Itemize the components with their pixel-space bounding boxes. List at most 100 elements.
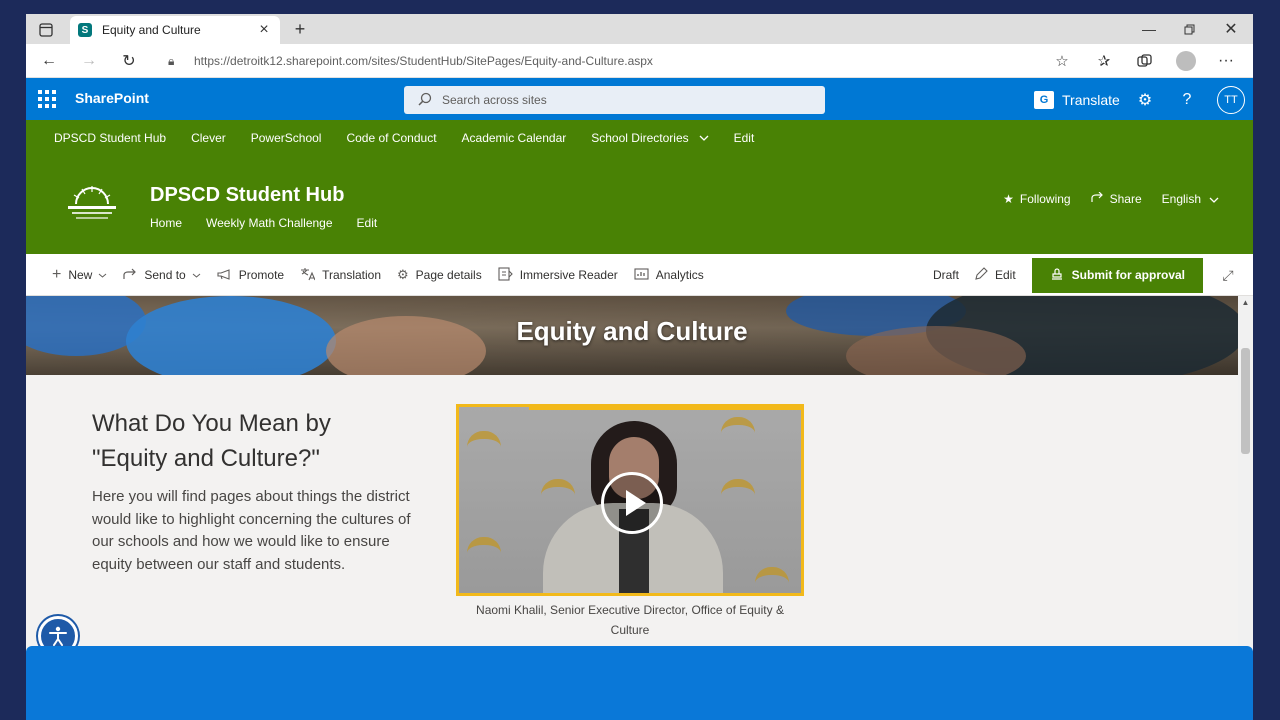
favorites-icon[interactable]: ✰ <box>1090 49 1118 73</box>
immersive-reader-label: Immersive Reader <box>519 268 618 282</box>
hub-nav-clever[interactable]: Clever <box>191 131 226 145</box>
language-selector[interactable]: English <box>1162 192 1219 206</box>
tab-actions-icon[interactable] <box>34 20 58 40</box>
translate-label: Translate <box>1062 92 1120 108</box>
share-svg <box>1091 191 1103 202</box>
following-label: Following <box>1019 192 1071 206</box>
search-placeholder: Search across sites <box>442 93 547 107</box>
analytics-svg <box>634 267 649 280</box>
new-chevron-svg <box>99 273 107 278</box>
site-nav-weekly-math-challenge[interactable]: Weekly Math Challenge <box>206 216 333 230</box>
site-navigation: Home Weekly Math Challenge Edit <box>150 216 401 230</box>
edit-label: Edit <box>994 268 1016 282</box>
plus-icon: + <box>52 266 62 283</box>
accessibility-svg <box>49 626 67 646</box>
pencil-svg <box>975 267 988 280</box>
hub-nav-student-hub[interactable]: DPSCD Student Hub <box>54 131 166 145</box>
send-to-button[interactable]: Send to <box>123 268 201 283</box>
address-bar: ← → ↻ 🔒︎ https://detroitk12.sharepoint.c… <box>26 44 1253 78</box>
site-logo-icon[interactable] <box>62 184 122 224</box>
tab-title: Equity and Culture <box>102 23 201 37</box>
vertical-scrollbar[interactable]: ▲ <box>1238 296 1253 660</box>
analytics-button[interactable]: Analytics <box>634 267 704 283</box>
app-launcher-icon[interactable] <box>36 88 56 108</box>
send-svg <box>123 268 137 279</box>
translation-label: Translation <box>322 268 382 282</box>
send-to-label: Send to <box>144 268 186 282</box>
chevron-down-icon <box>1209 192 1219 206</box>
draft-status: Draft <box>932 268 959 282</box>
translation-svg <box>301 267 316 280</box>
send-chevron-svg <box>192 273 201 278</box>
bottom-panel <box>26 646 1253 720</box>
profile-icon[interactable] <box>1172 49 1200 73</box>
site-title[interactable]: DPSCD Student Hub <box>150 184 344 207</box>
submit-for-approval-button[interactable]: Submit for approval <box>1031 257 1203 293</box>
hub-nav-powerschool[interactable]: PowerSchool <box>251 131 322 145</box>
send-icon <box>123 268 137 283</box>
command-bar-right: Draft Edit Submit for approval ⤢ <box>933 254 1253 296</box>
minimize-icon[interactable]: — <box>1129 18 1169 40</box>
hub-nav-school-directories[interactable]: School Directories <box>591 131 709 145</box>
new-label: New <box>68 268 93 282</box>
help-icon[interactable]: ? <box>1175 88 1199 112</box>
page-banner: Equity and Culture <box>26 296 1238 375</box>
page-details-label: Page details <box>415 268 482 282</box>
lock-icon: 🔒︎ <box>168 53 175 68</box>
forward-icon[interactable]: → <box>76 49 102 73</box>
site-header: DPSCD Student Hub Home Weekly Math Chall… <box>26 156 1253 254</box>
approval-svg <box>1051 268 1062 280</box>
restore-svg <box>1184 24 1194 34</box>
site-nav-home[interactable]: Home <box>150 216 182 230</box>
analytics-label: Analytics <box>655 268 704 282</box>
expand-icon[interactable]: ⤢ <box>1217 267 1239 284</box>
back-icon[interactable]: ← <box>36 49 62 73</box>
promote-button[interactable]: Promote <box>217 268 284 283</box>
gear-icon: ⚙ <box>397 267 409 282</box>
add-favorite-icon[interactable]: ☆ <box>1048 49 1076 73</box>
video-player[interactable] <box>456 404 804 596</box>
site-logo-svg <box>68 186 116 219</box>
tab-actions-svg <box>39 23 53 37</box>
share-button[interactable]: Share <box>1091 191 1142 206</box>
reader-svg <box>498 266 513 281</box>
scroll-up-arrow-icon[interactable]: ▲ <box>1238 296 1253 310</box>
close-window-icon[interactable]: ✕ <box>1211 18 1251 40</box>
page-details-button[interactable]: ⚙ Page details <box>397 267 482 283</box>
sharepoint-brand[interactable]: SharePoint <box>75 90 149 106</box>
language-chevron-svg <box>1209 197 1219 203</box>
hub-nav-academic-calendar[interactable]: Academic Calendar <box>462 131 567 145</box>
translate-button[interactable]: G Translate <box>1034 88 1120 112</box>
collections-icon[interactable] <box>1130 49 1158 73</box>
section-body: Here you will find pages about things th… <box>92 488 411 574</box>
command-bar-left: + New Send to Promote Translation ⚙ Page… <box>52 254 720 296</box>
suite-bar: SharePoint Search across sites G Transla… <box>26 78 1253 120</box>
scrollbar-thumb[interactable] <box>1241 348 1250 454</box>
edit-button[interactable]: Edit <box>975 267 1016 283</box>
chevron-down-svg <box>699 135 709 141</box>
close-tab-icon[interactable]: × <box>254 21 274 39</box>
following-button[interactable]: ★ Following <box>1003 192 1070 206</box>
url-field[interactable]: 🔒︎ https://detroitk12.sharepoint.com/sit… <box>156 48 1016 74</box>
hub-nav-code-of-conduct[interactable]: Code of Conduct <box>346 131 436 145</box>
play-icon[interactable] <box>601 472 663 534</box>
new-button[interactable]: + New <box>52 266 107 284</box>
more-options-icon[interactable]: ··· <box>1212 49 1240 73</box>
browser-tab[interactable]: S Equity and Culture × <box>70 16 280 44</box>
new-tab-icon[interactable]: + <box>288 18 312 40</box>
translate-icon: G <box>1034 91 1054 109</box>
promote-label: Promote <box>238 268 285 282</box>
user-avatar[interactable]: TT <box>1217 86 1245 114</box>
immersive-reader-button[interactable]: Immersive Reader <box>498 266 618 284</box>
restore-icon[interactable] <box>1169 18 1209 40</box>
translation-icon <box>300 267 316 284</box>
refresh-icon[interactable]: ↻ <box>116 49 142 73</box>
hub-nav-edit[interactable]: Edit <box>734 131 755 145</box>
command-bar: + New Send to Promote Translation ⚙ Page… <box>26 254 1253 296</box>
translation-button[interactable]: Translation <box>300 267 381 284</box>
settings-gear-icon[interactable]: ⚙ <box>1133 88 1157 112</box>
video-caption: Naomi Khalil, Senior Executive Director,… <box>476 603 784 637</box>
reader-icon <box>498 266 513 284</box>
site-nav-edit[interactable]: Edit <box>357 216 378 230</box>
search-box[interactable]: Search across sites <box>404 86 825 114</box>
